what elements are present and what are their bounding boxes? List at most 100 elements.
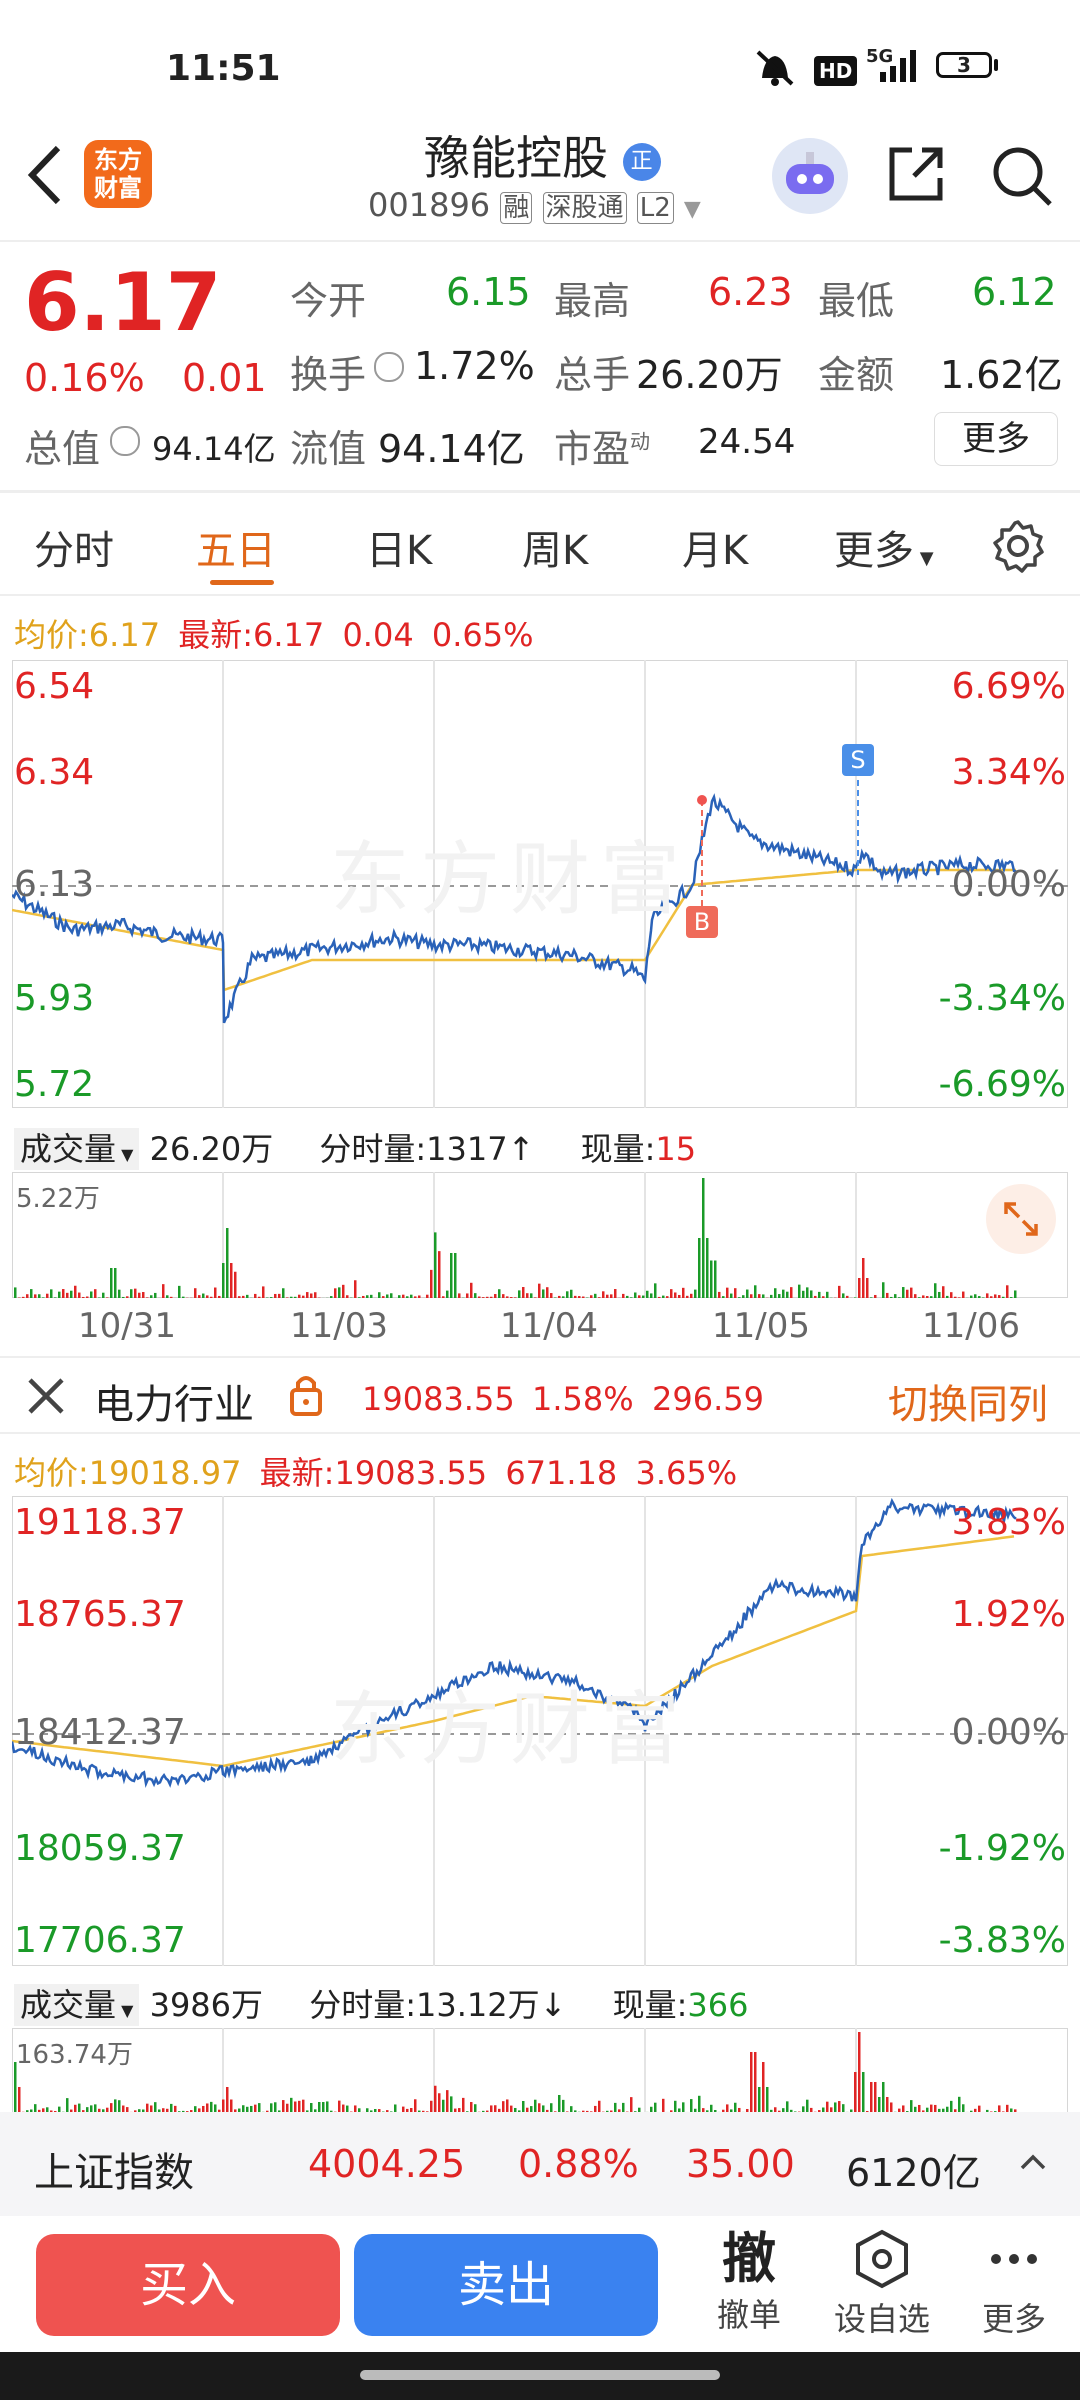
add-watchlist-button[interactable]: 设自选 [822, 2228, 942, 2340]
volume-bar [318, 2101, 321, 2112]
turnover-info-icon[interactable] [374, 352, 404, 382]
volume-bar [558, 1295, 561, 1298]
volume-bar [630, 2097, 633, 2112]
volume-bar [686, 1295, 689, 1298]
mute-icon [752, 48, 798, 92]
sell-button[interactable]: 卖出 [354, 2234, 658, 2336]
volume-bar [438, 1251, 441, 1298]
volume-bar [682, 2102, 685, 2112]
volume-bar [146, 1297, 149, 1298]
volume-bar [950, 2100, 953, 2112]
high-value: 6.23 [708, 270, 793, 314]
sell-marker[interactable]: S [842, 744, 874, 776]
cancel-order-button[interactable]: 撤 撤单 [700, 2228, 798, 2336]
volume-bar [302, 1295, 305, 1298]
volume-bar [774, 1288, 777, 1298]
volume-bar [674, 1292, 677, 1298]
tab-monthly-k[interactable]: 月K [682, 518, 748, 576]
share-icon[interactable] [884, 142, 948, 210]
stock-title: 豫能控股 正 [424, 122, 661, 188]
volume-bar [166, 1295, 169, 1298]
volume-bar [874, 2082, 877, 2112]
volume-bar [218, 1295, 221, 1298]
volume-bar [906, 1289, 909, 1298]
volume-bar [210, 2101, 213, 2112]
volume-bar [534, 2099, 537, 2112]
volume-bar [710, 1260, 713, 1298]
chevron-up-icon[interactable] [1018, 2150, 1048, 2178]
tab-intraday[interactable]: 分时 [34, 518, 114, 576]
dropdown-triangle-icon[interactable]: ▼ [684, 197, 701, 222]
volume-bar [302, 2099, 305, 2112]
chart2-y-left-0: 19118.37 [14, 1502, 186, 1543]
tab-weekly-k[interactable]: 周K [522, 518, 588, 576]
volume-bar [786, 1291, 789, 1298]
volume-bar [110, 2103, 113, 2112]
watchlist-hexagon-icon [856, 2229, 908, 2289]
volume-bar [874, 1294, 877, 1298]
index-value: 4004.25 [308, 2142, 466, 2186]
volume-indicator-select[interactable]: 成交量 ▼ [14, 1128, 140, 1170]
mktcap-info-icon[interactable] [110, 426, 140, 456]
amount-label: 金额 [818, 353, 895, 397]
volume-bar [630, 1297, 633, 1298]
volume-bar [898, 1297, 901, 1298]
volume-bar [226, 1228, 229, 1298]
float-label: 流值 [290, 427, 367, 471]
volume-bar [974, 1294, 977, 1298]
expand-chart-icon[interactable] [986, 1184, 1056, 1254]
settings-gear-icon[interactable] [990, 518, 1046, 578]
volume-bar [470, 2102, 473, 2112]
volume-bar [998, 1295, 1001, 1298]
volume-bar [102, 1292, 105, 1298]
volume-bar [70, 1290, 73, 1298]
hd-icon: HD [814, 56, 858, 86]
volume-bar [254, 1293, 257, 1298]
lock-icon[interactable] [286, 1370, 326, 1422]
tab-daily-k[interactable]: 日K [366, 518, 432, 576]
volume-bar [314, 1292, 317, 1298]
home-bar[interactable] [360, 2370, 720, 2380]
volume-chart[interactable] [12, 1172, 1068, 1298]
more-quote-button[interactable]: 更多 [934, 412, 1058, 466]
volume-bar [834, 2102, 837, 2112]
volume-bar [658, 1296, 661, 1298]
volume-bar [66, 2098, 69, 2112]
volume-bar [282, 2100, 285, 2112]
robot-assistant-icon[interactable] [772, 138, 848, 214]
volume-bar [778, 1294, 781, 1298]
volume-bar [330, 1296, 333, 1298]
volume-bar [210, 1296, 213, 1298]
volume-bar [610, 1294, 613, 1298]
volume-bar [918, 1297, 921, 1298]
back-icon[interactable] [20, 140, 70, 214]
chart1-y-left-3: 5.93 [14, 978, 95, 1019]
volume-bar [614, 2102, 617, 2112]
watchlist-label: 设自选 [833, 2300, 930, 2338]
volume-bar [858, 1278, 861, 1298]
tab-five-day[interactable]: 五日 [196, 518, 276, 576]
float-value: 94.14亿 [378, 427, 525, 471]
volume-bar [306, 1292, 309, 1298]
buy-button[interactable]: 买入 [36, 2234, 340, 2336]
search-icon[interactable] [988, 142, 1056, 214]
sector-volume-chart[interactable] [12, 2028, 1068, 2112]
volume-bar [662, 2098, 665, 2112]
open-value: 6.15 [446, 270, 531, 314]
volume-indicator-select-2[interactable]: 成交量 ▼ [14, 1984, 140, 2026]
stock-code-row: 001896 融 深股通 L2 ▼ [368, 186, 701, 224]
chart2-y-left-4: 17706.37 [14, 1920, 186, 1961]
close-sector-icon[interactable] [24, 1374, 68, 1422]
switch-peers-button[interactable]: 切换同列 [888, 1372, 1048, 1430]
volume-bar [154, 2102, 157, 2112]
volume-bar [38, 1294, 41, 1298]
more-actions-button[interactable]: 更多 [966, 2228, 1062, 2340]
volume-bar [950, 1292, 953, 1298]
volume-bar [634, 1292, 637, 1298]
buy-marker[interactable]: B [686, 906, 718, 938]
last-price: 6.17 [24, 256, 222, 349]
volume-bar [958, 2096, 961, 2112]
volume-bar [638, 1295, 641, 1298]
chart1-y-left-1: 6.34 [14, 752, 95, 793]
tab-more[interactable]: 更多 ▼ [834, 518, 934, 576]
